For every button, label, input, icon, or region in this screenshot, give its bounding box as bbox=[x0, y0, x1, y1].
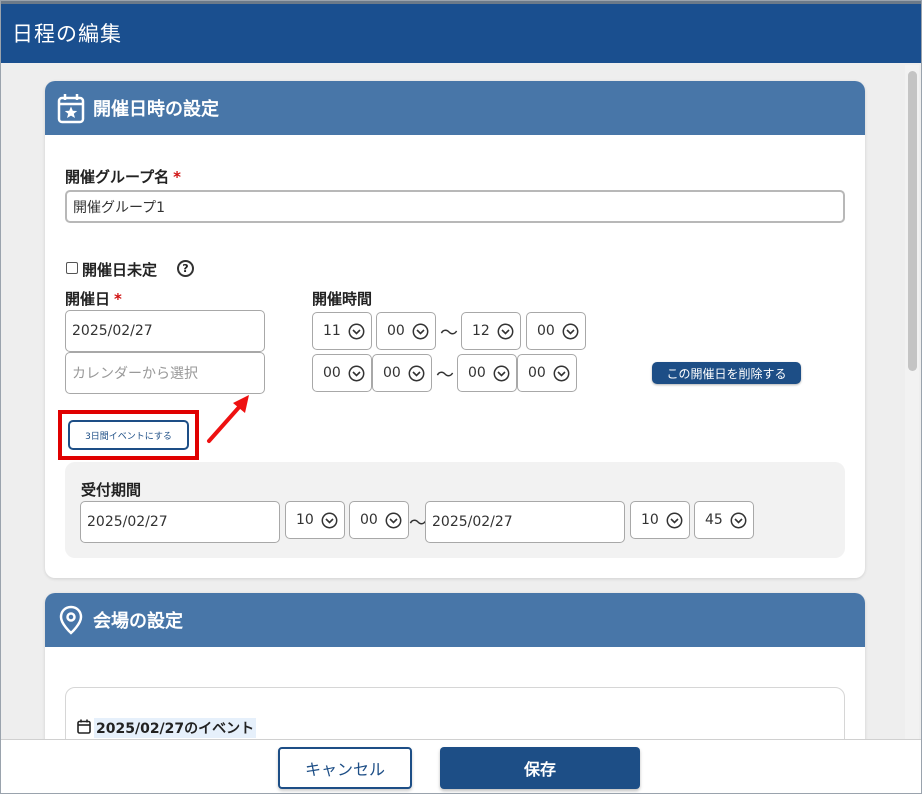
reception-start-hour-select[interactable]: 10 bbox=[285, 501, 345, 539]
dialog-title: 日程の編集 bbox=[12, 22, 122, 46]
chevron-down-icon bbox=[321, 512, 338, 529]
datetime-section-header: 開催日時の設定 bbox=[45, 81, 865, 135]
chevron-down-icon bbox=[348, 323, 365, 340]
chevron-down-icon bbox=[412, 323, 429, 340]
chevron-down-icon bbox=[497, 323, 514, 340]
cancel-button[interactable]: キャンセル bbox=[278, 747, 412, 789]
save-button[interactable]: 保存 bbox=[440, 747, 640, 789]
start-hour-select[interactable]: 00 bbox=[312, 354, 372, 392]
help-icon[interactable]: ? bbox=[177, 260, 194, 277]
reception-end-date-input[interactable]: 2025/02/27 bbox=[425, 501, 625, 543]
start-minute-select[interactable]: 00 bbox=[376, 312, 436, 350]
title-bar: 日程の編集 bbox=[1, 1, 921, 63]
chevron-down-icon bbox=[730, 512, 747, 529]
venue-section-title: 会場の設定 bbox=[93, 611, 183, 632]
undecided-date-checkbox[interactable] bbox=[66, 262, 78, 274]
chevron-down-icon bbox=[493, 365, 510, 382]
date-label: 開催日 * bbox=[65, 290, 122, 308]
reception-end-hour-select[interactable]: 10 bbox=[630, 501, 690, 539]
event-title: 2025/02/27のイベント bbox=[94, 718, 257, 738]
time-range-separator: 〜 bbox=[436, 365, 454, 386]
datetime-section-title: 開催日時の設定 bbox=[93, 99, 219, 120]
highlight-box: 3日間イベントにする bbox=[58, 410, 199, 460]
vertical-scrollbar[interactable] bbox=[905, 65, 919, 739]
edit-schedule-dialog: 日程の編集 開催日時の設定 開催グループ名 * 開催グループ1 開催日未定 ? 開… bbox=[0, 0, 922, 794]
required-mark: * bbox=[173, 168, 181, 186]
location-pin-icon bbox=[59, 605, 83, 635]
reception-start-date-input[interactable]: 2025/02/27 bbox=[80, 501, 280, 543]
end-minute-select[interactable]: 00 bbox=[526, 312, 586, 350]
reception-start-minute-select[interactable]: 00 bbox=[349, 501, 409, 539]
required-mark: * bbox=[114, 290, 122, 308]
date-input[interactable]: カレンダーから選択 bbox=[65, 352, 265, 394]
three-day-event-button[interactable]: 3日間イベントにする bbox=[68, 420, 189, 450]
end-minute-select[interactable]: 00 bbox=[517, 354, 577, 392]
undecided-date-label: 開催日未定 bbox=[82, 261, 158, 279]
reception-period-label: 受付期間 bbox=[81, 481, 142, 499]
start-minute-select[interactable]: 00 bbox=[372, 354, 432, 392]
end-hour-select[interactable]: 00 bbox=[457, 354, 517, 392]
reception-end-minute-select[interactable]: 45 bbox=[694, 501, 754, 539]
group-name-label: 開催グループ名 * bbox=[65, 168, 181, 186]
date-input[interactable]: 2025/02/27 bbox=[65, 310, 265, 352]
group-name-input[interactable]: 開催グループ1 bbox=[65, 190, 845, 223]
annotation-arrow-icon bbox=[207, 395, 249, 443]
calendar-icon bbox=[77, 719, 91, 734]
chevron-down-icon bbox=[408, 365, 425, 382]
chevron-down-icon bbox=[348, 365, 365, 382]
chevron-down-icon bbox=[553, 365, 570, 382]
calendar-star-icon bbox=[57, 94, 85, 124]
delete-date-button[interactable]: この開催日を削除する bbox=[652, 362, 801, 384]
end-hour-select[interactable]: 12 bbox=[461, 312, 521, 350]
dialog-footer: キャンセル 保存 bbox=[1, 739, 921, 793]
time-label: 開催時間 bbox=[312, 290, 373, 308]
start-hour-select[interactable]: 11 bbox=[312, 312, 372, 350]
chevron-down-icon bbox=[562, 323, 579, 340]
time-range-separator: 〜 bbox=[440, 323, 458, 344]
venue-section-header: 会場の設定 bbox=[45, 593, 865, 647]
scrollbar-thumb[interactable] bbox=[908, 71, 917, 371]
chevron-down-icon bbox=[385, 512, 402, 529]
chevron-down-icon bbox=[666, 512, 683, 529]
